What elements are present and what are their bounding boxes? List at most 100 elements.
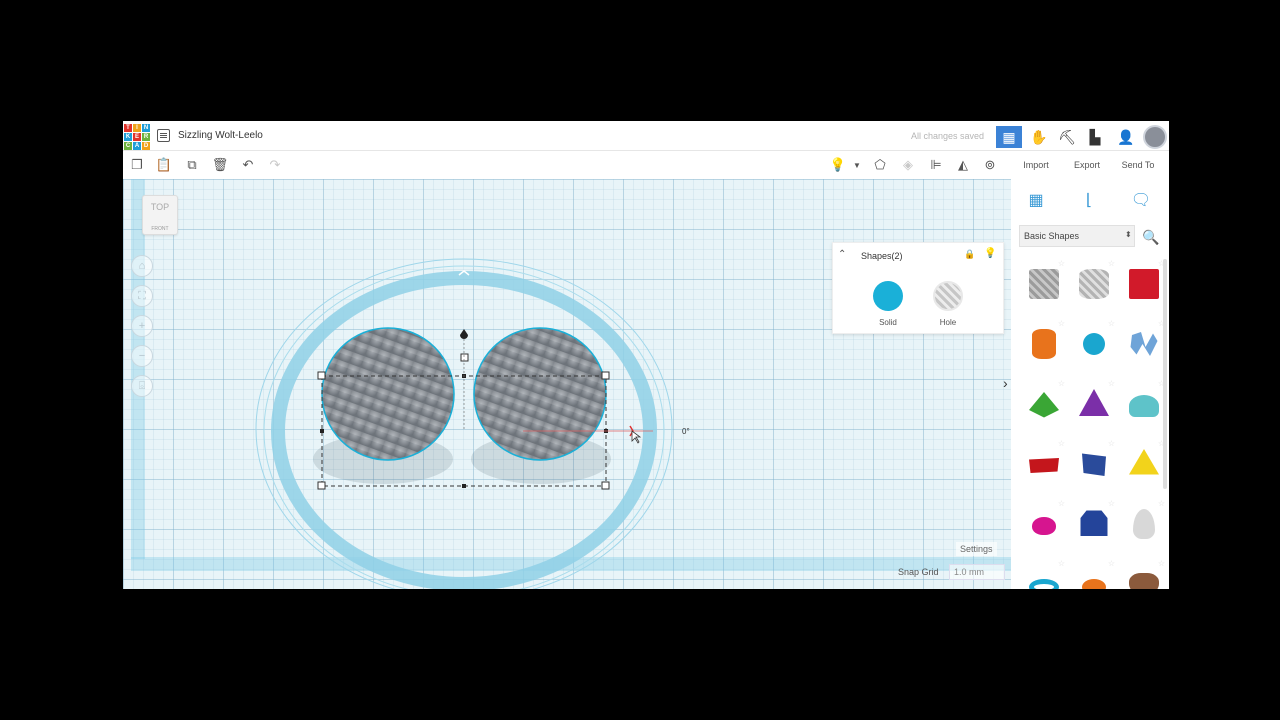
shape-box-hole[interactable]: ☆ xyxy=(1019,259,1069,321)
undo-icon[interactable]: ↶ xyxy=(240,157,256,173)
shape-cone[interactable]: ☆ xyxy=(1069,379,1119,441)
logo-letter: A xyxy=(133,142,141,150)
resize-handle[interactable] xyxy=(462,484,466,488)
favorite-star-icon[interactable]: ☆ xyxy=(1058,439,1065,448)
send-to-button[interactable]: Send To xyxy=(1113,151,1163,179)
scrollbar[interactable] xyxy=(1163,259,1167,489)
resize-handle[interactable] xyxy=(601,371,610,380)
solid-label: Solid xyxy=(879,318,897,327)
align-icon[interactable]: ⊫ xyxy=(928,157,944,173)
shape-box[interactable]: ☆ xyxy=(1119,259,1169,321)
sphere-icon xyxy=(1083,333,1105,355)
bricks-icon[interactable]: ▙ xyxy=(1082,126,1108,148)
lock-icon[interactable]: 🔒 xyxy=(964,249,975,260)
group-icon[interactable]: ◈ xyxy=(900,157,916,173)
favorite-star-icon[interactable]: ☆ xyxy=(1108,499,1115,508)
shape-polygon[interactable]: ☆ xyxy=(1069,499,1119,561)
hole-swatch[interactable] xyxy=(933,281,963,311)
logo-letter: N xyxy=(142,124,150,132)
save-status: All changes saved xyxy=(911,131,985,141)
shape-scribble[interactable]: ☆ xyxy=(1119,319,1169,381)
shape-cylinder-hole[interactable]: ☆ xyxy=(1069,259,1119,321)
shape-paraboloid[interactable]: ☆ xyxy=(1119,499,1169,561)
grid-icon[interactable]: ▦ xyxy=(1021,187,1051,213)
design-title[interactable]: Sizzling Wolt-Leelo xyxy=(178,130,263,141)
chevron-up-icon[interactable]: ⌃ xyxy=(838,249,846,260)
shape-roof[interactable]: ☆ xyxy=(1019,379,1069,441)
shape-sphere[interactable]: ☆ xyxy=(1069,319,1119,381)
export-button[interactable]: Export xyxy=(1062,151,1112,179)
shape-text[interactable]: ☆ xyxy=(1019,439,1069,501)
chevron-down-icon: ⬍ xyxy=(1125,230,1132,239)
favorite-star-icon[interactable]: ☆ xyxy=(1108,259,1115,268)
library-select[interactable]: Basic Shapes xyxy=(1019,225,1135,247)
bulb-icon[interactable]: 💡 xyxy=(984,248,996,259)
pickaxe-icon[interactable]: ⛏ xyxy=(1054,126,1080,148)
delete-icon[interactable]: 🗑 xyxy=(212,157,229,173)
favorite-star-icon[interactable]: ☆ xyxy=(1058,499,1065,508)
paraboloid-icon xyxy=(1133,509,1155,539)
favorite-star-icon[interactable]: ☆ xyxy=(1058,379,1065,388)
favorite-star-icon[interactable]: ☆ xyxy=(1058,259,1065,268)
redo-icon[interactable]: ↷ xyxy=(267,157,283,173)
ruler-icon[interactable]: ⌊ xyxy=(1074,187,1104,213)
settings-button[interactable]: Settings xyxy=(956,542,997,556)
favorite-star-icon[interactable]: ☆ xyxy=(1158,559,1165,568)
magnet-icon[interactable]: ⊚ xyxy=(982,157,998,173)
notes-icon[interactable]: 🗨 xyxy=(1126,187,1156,213)
logo-letter: D xyxy=(142,142,150,150)
import-button[interactable]: Import xyxy=(1011,151,1061,179)
shape-heart[interactable]: ☆ xyxy=(1119,559,1169,589)
shape-round-roof[interactable]: ☆ xyxy=(1119,379,1169,441)
search-icon[interactable]: 🔍 xyxy=(1142,229,1159,246)
shape-torus[interactable]: ☆ xyxy=(1019,559,1069,589)
shape-half-sphere[interactable]: ☆ xyxy=(1069,439,1119,501)
sphere-hole-left[interactable] xyxy=(321,327,455,461)
scene xyxy=(255,258,673,589)
shape-cylinder[interactable]: ☆ xyxy=(1019,319,1069,381)
solid-swatch[interactable] xyxy=(873,281,903,311)
snap-grid-select[interactable]: 1.0 mm xyxy=(949,564,1005,580)
inspector-title: Shapes(2) xyxy=(861,251,903,261)
half-sphere-icon xyxy=(1082,453,1106,476)
design-list-icon[interactable] xyxy=(157,129,170,142)
note-icon[interactable]: ⬠ xyxy=(872,157,888,173)
copy-icon[interactable]: ❐ xyxy=(129,157,145,173)
scribble-icon xyxy=(1130,332,1158,356)
shape-pyramid[interactable]: ☆ xyxy=(1119,439,1169,501)
avatar[interactable] xyxy=(1143,125,1167,149)
dropdown-icon[interactable]: ▼ xyxy=(849,157,865,173)
shape-grid: ☆ ☆ ☆ ☆ ☆ ☆ ☆ ☆ ☆ ☆ ☆ ☆ ☆ ☆ ☆ ☆ ☆ ☆ xyxy=(1019,259,1165,589)
sphere-hole-right[interactable] xyxy=(473,327,607,461)
hand-icon[interactable]: ✋ xyxy=(1026,126,1052,148)
favorite-star-icon[interactable]: ☆ xyxy=(1108,559,1115,568)
resize-handle[interactable] xyxy=(320,429,324,433)
favorite-star-icon[interactable]: ☆ xyxy=(1108,319,1115,328)
user-add-icon[interactable]: 👤 xyxy=(1113,126,1139,148)
favorite-star-icon[interactable]: ☆ xyxy=(1158,499,1165,508)
grid-view-icon[interactable]: ▦ xyxy=(996,126,1022,148)
shape-half-sphere-magenta[interactable]: ☆ xyxy=(1019,499,1069,561)
bulb-icon[interactable]: 💡 xyxy=(830,157,846,173)
resize-handle[interactable] xyxy=(317,481,326,490)
resize-handle[interactable] xyxy=(601,481,610,490)
favorite-star-icon[interactable]: ☆ xyxy=(1108,439,1115,448)
resize-handle[interactable] xyxy=(317,371,326,380)
lift-cone-icon[interactable] xyxy=(460,329,468,339)
favorite-star-icon[interactable]: ☆ xyxy=(1058,559,1065,568)
workplane[interactable]: TOP FRONT ⌂ ⛶ + − ⌺ 0° Settings Snap Gri… xyxy=(123,179,1011,589)
mirror-icon[interactable]: ◭ xyxy=(955,157,971,173)
roof-icon xyxy=(1029,392,1059,418)
tinkercad-logo[interactable]: TIN KER CAD xyxy=(124,124,150,150)
favorite-star-icon[interactable]: ☆ xyxy=(1108,379,1115,388)
height-handle[interactable] xyxy=(460,353,469,362)
duplicate-icon[interactable]: ⧉ xyxy=(184,157,200,173)
snap-grid-label: Snap Grid xyxy=(898,567,939,577)
logo-letter: I xyxy=(133,124,141,132)
paste-icon[interactable]: 📋 xyxy=(156,157,172,173)
shape-tube[interactable]: ☆ xyxy=(1069,559,1119,589)
logo-letter: K xyxy=(124,133,132,141)
favorite-star-icon[interactable]: ☆ xyxy=(1058,319,1065,328)
heart-icon xyxy=(1129,573,1159,589)
chevron-right-icon[interactable]: › xyxy=(1003,375,1008,391)
